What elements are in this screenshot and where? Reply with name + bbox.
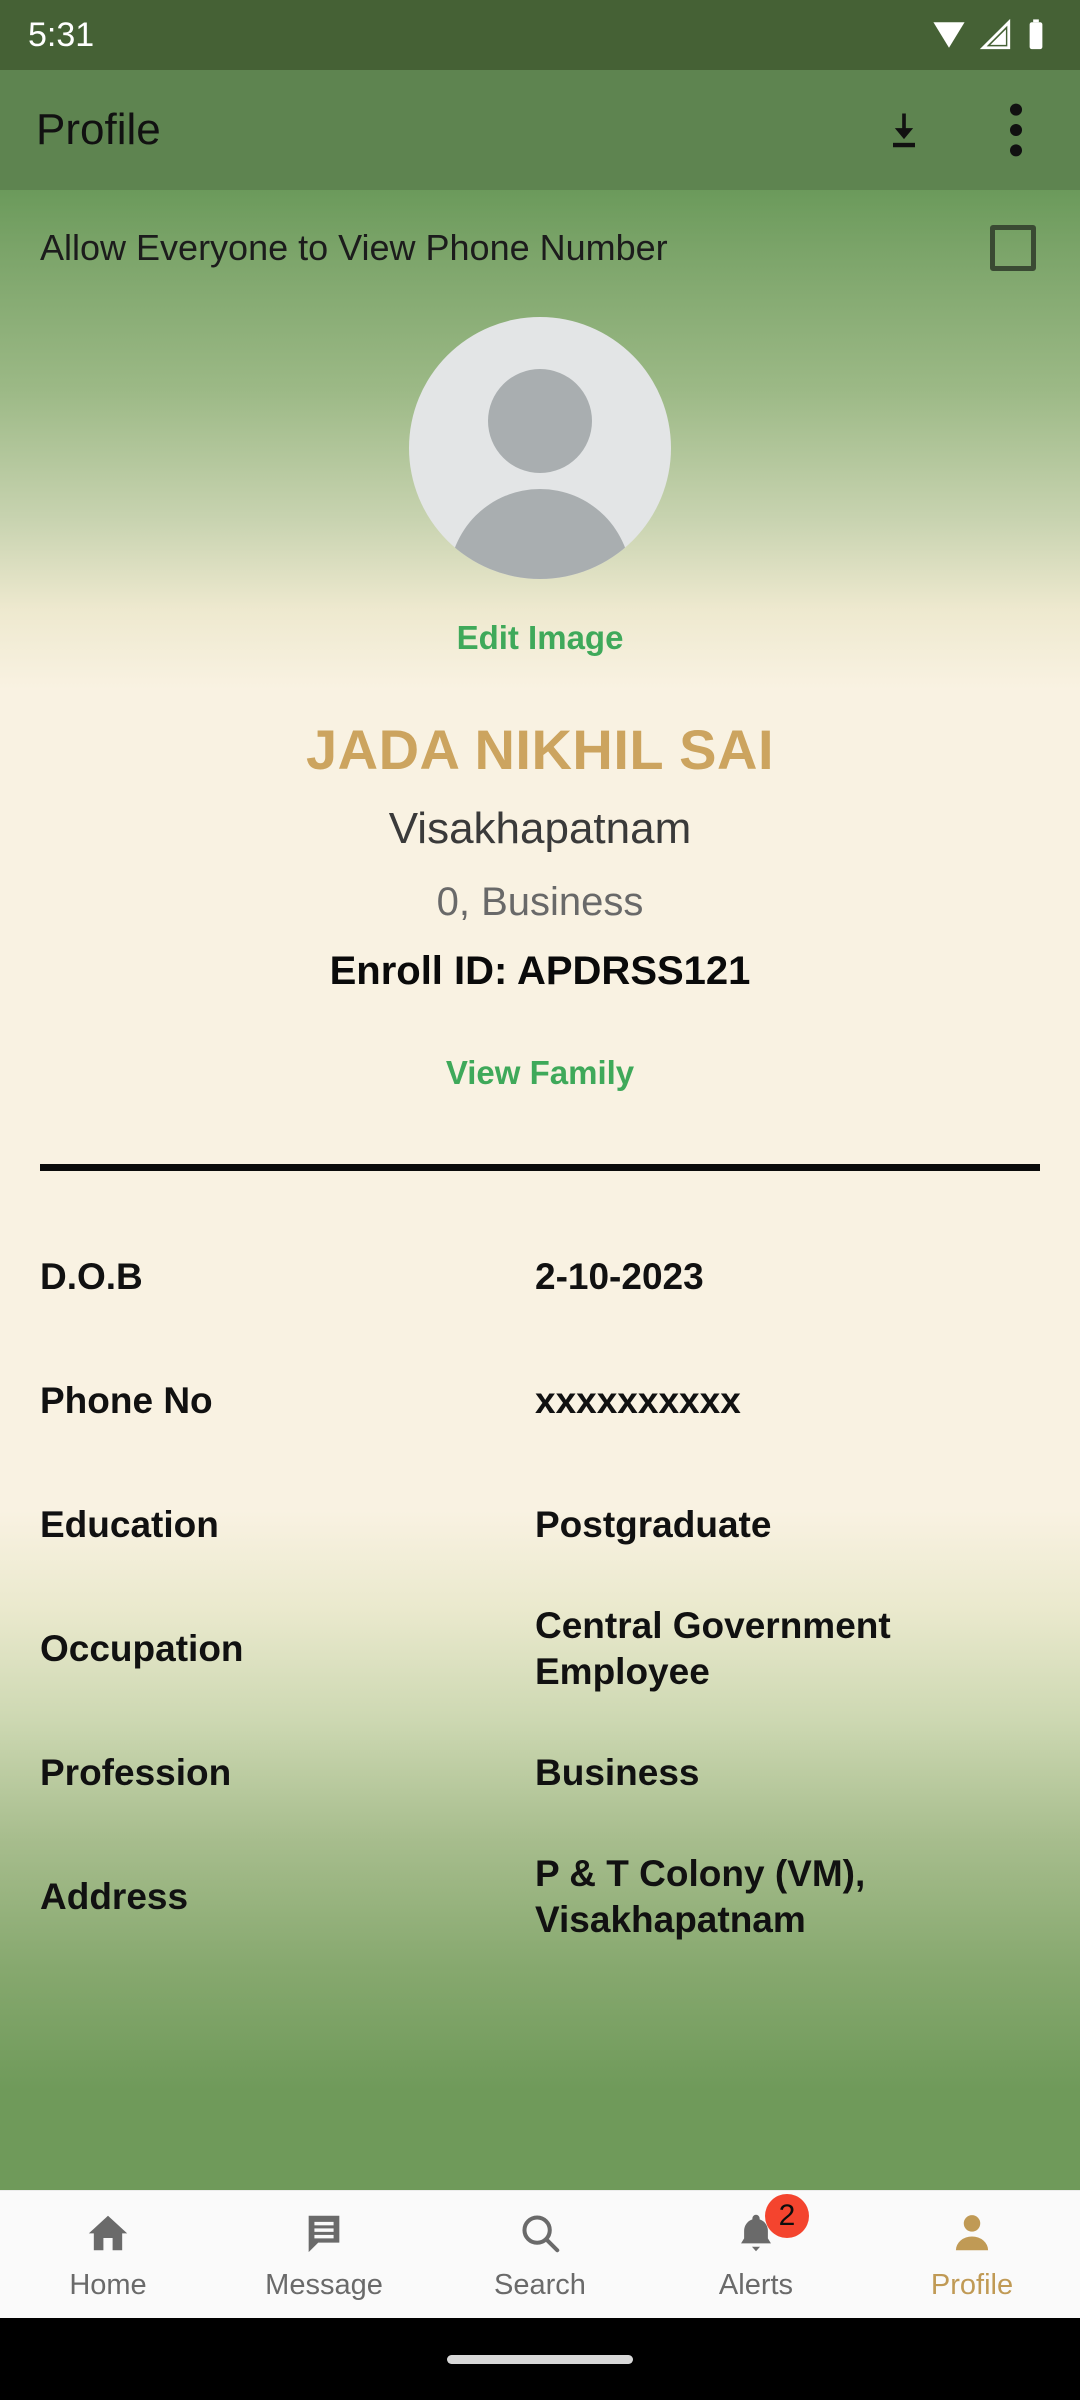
table-row: Profession Business bbox=[40, 1711, 1040, 1835]
table-row: D.O.B 2-10-2023 bbox=[40, 1215, 1040, 1339]
wifi-icon bbox=[932, 18, 966, 52]
detail-value: Central Government Employee bbox=[535, 1604, 891, 1692]
table-row: Occupation Central Government Employee bbox=[40, 1587, 1040, 1711]
page-title: Profile bbox=[36, 105, 161, 154]
profile-name: JADA NIKHIL SAI bbox=[306, 718, 774, 781]
home-icon bbox=[85, 2208, 131, 2258]
person-icon bbox=[949, 2208, 995, 2258]
nav-label: Profile bbox=[930, 2268, 1014, 2301]
app-bar: Profile bbox=[0, 70, 1080, 190]
detail-value: 2-10-2023 bbox=[535, 1255, 704, 1297]
avatar[interactable] bbox=[409, 317, 671, 579]
profile-content: Allow Everyone to View Phone Number Edit… bbox=[0, 190, 1080, 2190]
nav-item-home[interactable]: Home bbox=[0, 2191, 216, 2318]
nav-item-message[interactable]: Message bbox=[216, 2191, 432, 2318]
phone-screen: 5:31 Profile Allow Everyone to View Phon… bbox=[0, 0, 1080, 2400]
nav-item-profile[interactable]: Profile bbox=[864, 2191, 1080, 2318]
identity-block: JADA NIKHIL SAI Visakhapatnam 0, Busines… bbox=[0, 717, 1080, 1092]
allow-phone-visibility-checkbox[interactable] bbox=[990, 224, 1036, 271]
overflow-menu-button[interactable] bbox=[986, 100, 1046, 160]
table-row: Education Postgraduate bbox=[40, 1463, 1040, 1587]
nav-item-search[interactable]: Search bbox=[432, 2191, 648, 2318]
status-bar: 5:31 bbox=[0, 0, 1080, 70]
detail-value: Postgraduate bbox=[535, 1503, 772, 1545]
table-row: Address P & T Colony (VM), Visakhapatnam bbox=[40, 1835, 1040, 1959]
status-icons bbox=[932, 18, 1046, 52]
bottom-navigation: Home Message Search 2 Alerts Profile bbox=[0, 2190, 1080, 2318]
app-bar-actions bbox=[874, 100, 1046, 160]
profile-enroll-id: Enroll ID: APDRSS121 bbox=[329, 949, 751, 993]
profile-subtitle: 0, Business bbox=[436, 880, 644, 924]
download-icon bbox=[882, 108, 926, 152]
person-avatar-icon-body bbox=[449, 489, 631, 579]
nav-label: Alerts bbox=[718, 2268, 794, 2301]
status-badge: 2 bbox=[765, 2193, 809, 2238]
table-row: Phone No xxxxxxxxxx bbox=[40, 1339, 1040, 1463]
cellular-signal-icon bbox=[979, 18, 1013, 52]
more-vertical-icon bbox=[1009, 103, 1023, 157]
allow-phone-visibility-row[interactable]: Allow Everyone to View Phone Number bbox=[0, 190, 1080, 305]
detail-key: Address bbox=[40, 1876, 189, 1917]
search-icon bbox=[517, 2208, 563, 2258]
edit-image-link[interactable]: Edit Image bbox=[457, 619, 624, 657]
nav-label: Search bbox=[494, 2268, 586, 2301]
detail-value: Business bbox=[535, 1751, 700, 1793]
allow-phone-visibility-label: Allow Everyone to View Phone Number bbox=[40, 226, 668, 268]
detail-key: D.O.B bbox=[40, 1256, 143, 1297]
avatar-section: Edit Image bbox=[0, 317, 1080, 657]
detail-value: xxxxxxxxxx bbox=[535, 1379, 741, 1421]
battery-icon bbox=[1026, 18, 1046, 52]
status-time: 5:31 bbox=[28, 15, 95, 54]
detail-key: Occupation bbox=[40, 1628, 244, 1669]
gesture-navigation-bar bbox=[0, 2318, 1080, 2400]
section-divider bbox=[40, 1164, 1040, 1171]
bell-icon: 2 bbox=[733, 2193, 809, 2258]
nav-item-alerts[interactable]: 2 Alerts bbox=[648, 2191, 864, 2318]
message-icon bbox=[301, 2208, 347, 2258]
nav-label: Home bbox=[69, 2268, 147, 2301]
profile-city: Visakhapatnam bbox=[388, 804, 692, 853]
detail-key: Profession bbox=[40, 1752, 232, 1793]
detail-key: Education bbox=[40, 1504, 219, 1545]
download-button[interactable] bbox=[874, 100, 934, 160]
view-family-link[interactable]: View Family bbox=[446, 1054, 634, 1092]
detail-key: Phone No bbox=[40, 1380, 213, 1421]
nav-label: Message bbox=[265, 2268, 383, 2301]
details-table: D.O.B 2-10-2023 Phone No xxxxxxxxxx Educ… bbox=[0, 1215, 1080, 1959]
detail-value: P & T Colony (VM), Visakhapatnam bbox=[535, 1852, 866, 1940]
gesture-pill[interactable] bbox=[447, 2354, 633, 2364]
person-avatar-icon-head bbox=[488, 369, 592, 473]
